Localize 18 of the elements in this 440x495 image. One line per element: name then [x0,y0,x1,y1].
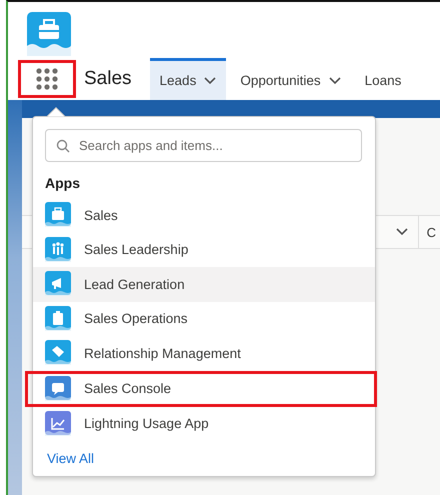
nav-tab[interactable]: Leads [150,58,226,100]
grid-icon [36,68,58,90]
section-title: Apps [44,174,81,193]
app-launcher-button[interactable] [18,60,76,98]
search-field[interactable]: Search apps and items... [45,129,362,162]
nav-tab[interactable]: Loans [354,58,412,100]
app-name: Sales [83,67,133,91]
chevron-down-icon [396,228,408,236]
app-item[interactable]: Lead Generation [33,267,375,302]
app-item[interactable]: Sales Operations [33,302,375,336]
app-item[interactable]: Lightning Usage App [33,406,375,441]
app-item[interactable]: Sales Console [27,372,375,404]
app-item[interactable]: Relationship Management [33,336,375,370]
app-item[interactable]: Sales Leadership [33,232,375,267]
app-item[interactable]: Sales [33,198,375,232]
column-header: C [418,216,440,248]
nav-tab[interactable]: Opportunities [230,58,351,100]
view-all-link[interactable]: View All [33,441,108,466]
